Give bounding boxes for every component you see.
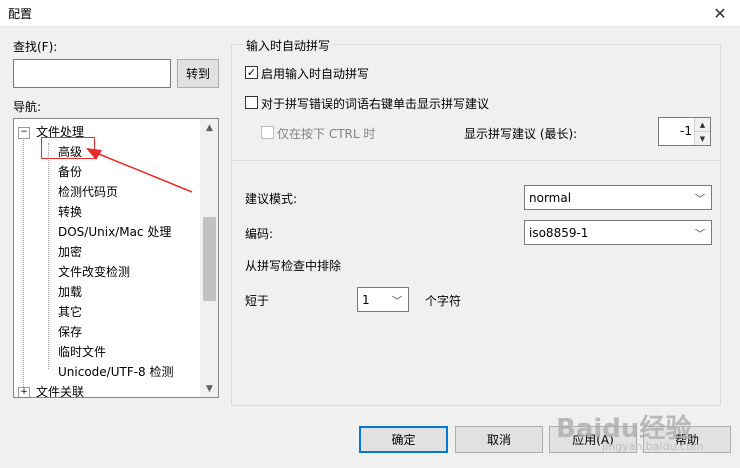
tree-item-dos-unix-mac[interactable]: DOS/Unix/Mac 处理: [58, 223, 171, 240]
title-bar: 配置 ✕: [0, 0, 740, 27]
chevron-down-icon: ﹀: [392, 296, 402, 307]
tree-scrollbar[interactable]: ▲ ▼: [200, 119, 218, 397]
encoding-label: 编码:: [245, 227, 274, 241]
tree-item-backup[interactable]: 备份: [58, 163, 82, 180]
ctrl-only-checkbox[interactable]: [261, 126, 274, 139]
spin-down-icon[interactable]: ▼: [695, 132, 710, 145]
nav-label: 导航:: [13, 100, 42, 114]
tree-item-other[interactable]: 其它: [58, 303, 82, 320]
spin-up-icon[interactable]: ▲: [695, 118, 710, 132]
exclude-label: 从拼写检查中排除: [245, 259, 342, 273]
rightclick-suggest-label: 对于拼写错误的词语右键单击显示拼写建议: [261, 97, 490, 111]
collapse-icon[interactable]: −: [18, 126, 30, 139]
annotation-arrow-icon: [86, 148, 193, 193]
mode-value: normal: [529, 190, 572, 205]
shorter-select[interactable]: 1 ﹀: [357, 287, 409, 312]
scroll-thumb[interactable]: [203, 217, 216, 301]
tree-item-convert[interactable]: 转换: [58, 203, 82, 220]
cancel-button[interactable]: 取消: [455, 426, 543, 453]
check-icon: ✓: [246, 66, 257, 79]
window-title: 配置: [8, 7, 33, 21]
tree-item-file-change-detect[interactable]: 文件改变检测: [58, 263, 130, 280]
tree-item-file-assoc[interactable]: + 文件关联: [18, 383, 84, 397]
chevron-down-icon: ﹀: [695, 194, 705, 205]
expand-icon[interactable]: +: [18, 386, 30, 397]
ok-button[interactable]: 确定: [359, 426, 448, 453]
enable-spellcheck-label: 启用输入时自动拼写: [261, 67, 370, 81]
close-icon[interactable]: ✕: [700, 0, 740, 26]
rightclick-suggest-checkbox[interactable]: [245, 96, 258, 109]
divider: [231, 160, 721, 161]
group-title: 输入时自动拼写: [244, 37, 333, 54]
encoding-value: iso8859-1: [529, 225, 589, 240]
scroll-up-arrow-icon[interactable]: ▲: [201, 119, 218, 136]
tree-item-encrypt[interactable]: 加密: [58, 243, 82, 260]
scroll-down-arrow-icon[interactable]: ▼: [201, 380, 218, 397]
mode-label: 建议模式:: [245, 192, 298, 206]
search-input[interactable]: [13, 59, 171, 88]
shorter-value: 1: [362, 292, 370, 307]
suggest-max-label: 显示拼写建议 (最长):: [464, 127, 578, 141]
tree-item-load[interactable]: 加载: [58, 283, 82, 300]
encoding-select[interactable]: iso8859-1 ﹀: [524, 220, 712, 245]
ctrl-only-label: 仅在按下 CTRL 时: [277, 127, 376, 141]
chars-label: 个字符: [425, 294, 462, 308]
mode-select[interactable]: normal ﹀: [524, 185, 712, 210]
watermark-url: jingyan.baidu.com: [602, 440, 704, 453]
tree-item-temp-files[interactable]: 临时文件: [58, 343, 106, 360]
tree-guide-line: [23, 133, 24, 389]
tree-guide-line-child: [48, 143, 49, 369]
enable-spellcheck-checkbox[interactable]: ✓: [245, 66, 258, 79]
search-label: 查找(F):: [13, 40, 58, 54]
suggest-max-value: -1: [680, 124, 692, 138]
shorter-label: 短于: [245, 294, 270, 308]
chevron-down-icon: ﹀: [695, 229, 705, 240]
tree-item-save[interactable]: 保存: [58, 323, 82, 340]
suggest-max-spinner[interactable]: -1 ▲ ▼: [658, 117, 711, 146]
tree-item-unicode-detect[interactable]: Unicode/UTF-8 检测: [58, 363, 174, 380]
go-button[interactable]: 转到: [177, 59, 219, 88]
